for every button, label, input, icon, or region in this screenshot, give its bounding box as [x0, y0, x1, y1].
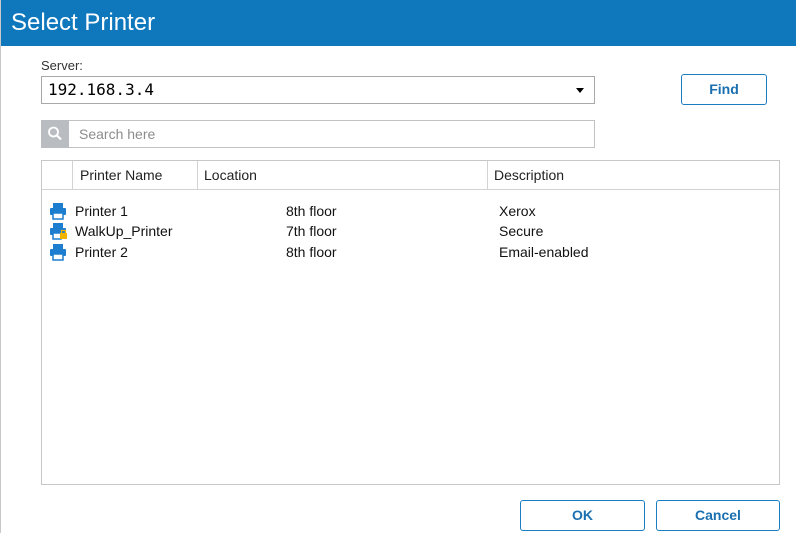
chevron-down-icon[interactable]	[576, 88, 584, 93]
server-value: 192.168.3.4	[48, 80, 154, 99]
secure-printer-icon	[49, 222, 67, 240]
printer-name: Printer 2	[75, 244, 128, 260]
table-row[interactable]: Printer 2 8th floor Email-enabled	[42, 242, 779, 262]
select-printer-dialog: Select Printer Server: 192.168.3.4 Find …	[0, 0, 796, 533]
table-row[interactable]: WalkUp_Printer 7th floor Secure	[42, 221, 779, 241]
search-icon	[41, 120, 69, 148]
column-header-description[interactable]: Description	[488, 161, 779, 189]
printer-name: WalkUp_Printer	[75, 223, 173, 239]
printer-description: Email-enabled	[499, 244, 589, 260]
server-dropdown[interactable]: 192.168.3.4	[41, 76, 595, 104]
printer-description: Xerox	[499, 203, 536, 219]
printer-name: Printer 1	[75, 203, 128, 219]
printer-icon	[49, 243, 67, 261]
ok-button[interactable]: OK	[520, 500, 645, 531]
table-row[interactable]: Printer 1 8th floor Xerox	[42, 201, 779, 221]
printer-icon	[49, 202, 67, 220]
printer-description: Secure	[499, 223, 544, 239]
printer-location: 8th floor	[286, 203, 337, 219]
column-header-icon[interactable]	[42, 161, 73, 189]
printer-table: Printer Name Location Description Printe…	[41, 160, 780, 485]
column-header-printer-name[interactable]: Printer Name	[73, 161, 198, 189]
search-input[interactable]: Search here	[69, 120, 595, 148]
server-label: Server:	[41, 58, 83, 73]
column-header-location[interactable]: Location	[198, 161, 488, 189]
find-button[interactable]: Find	[681, 74, 767, 105]
printer-location: 7th floor	[286, 223, 337, 239]
dialog-title: Select Printer	[1, 0, 796, 46]
cancel-button[interactable]: Cancel	[656, 500, 780, 531]
table-header: Printer Name Location Description	[42, 161, 779, 190]
printer-location: 8th floor	[286, 244, 337, 260]
